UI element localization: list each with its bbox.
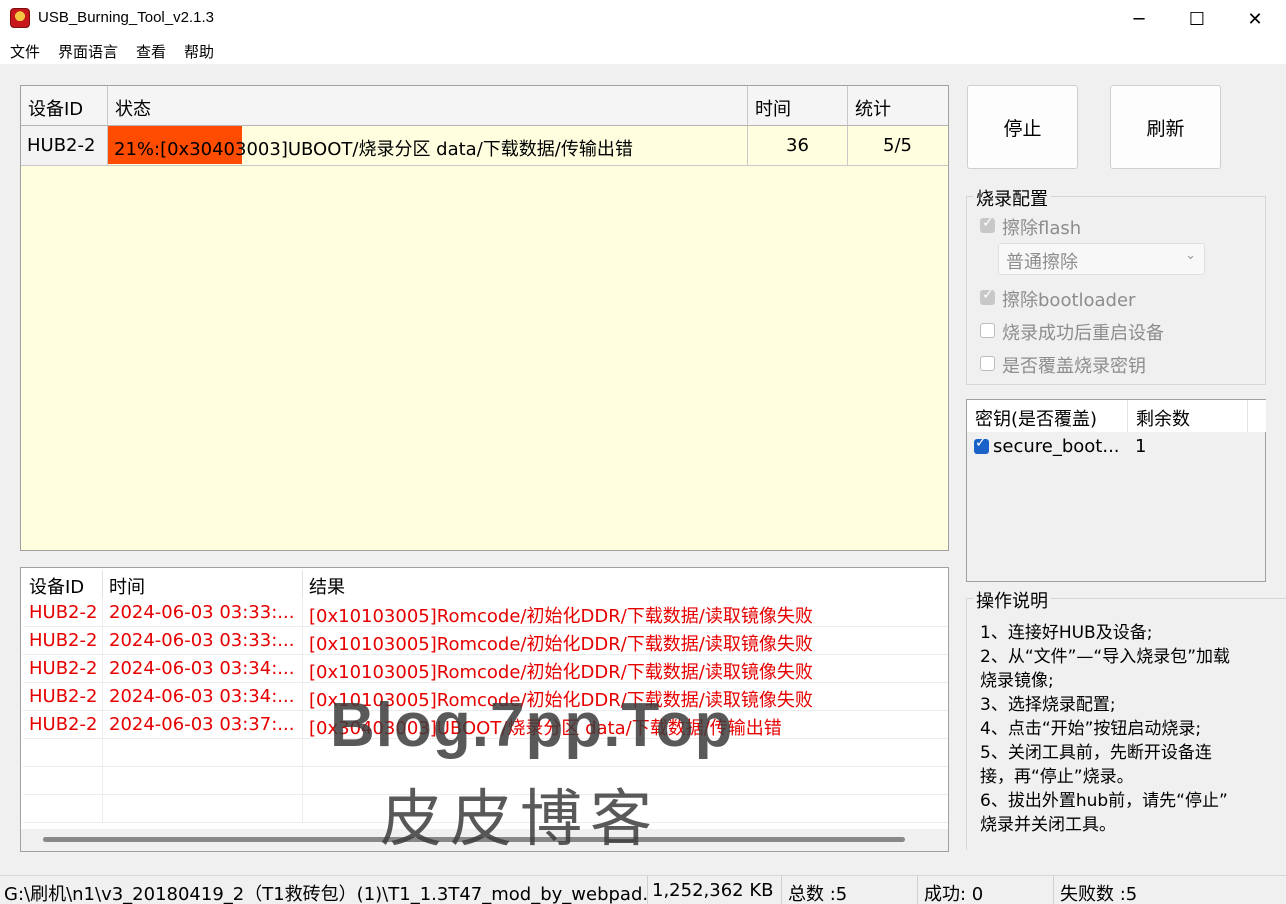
key-name[interactable]: secure_boot... bbox=[993, 434, 1120, 462]
key-header-name[interactable]: 密钥(是否覆盖) bbox=[967, 400, 1128, 432]
help-line: 1、连接好HUB及设备; bbox=[980, 623, 1153, 643]
status-total: 总数 :5 bbox=[782, 876, 918, 904]
help-line: 4、点击“开始”按钮启动烧录; bbox=[980, 719, 1202, 739]
log-row-id[interactable]: HUB2-2 bbox=[23, 599, 103, 627]
app-icon bbox=[10, 8, 30, 28]
log-header-result[interactable]: 结果 bbox=[303, 570, 948, 598]
help-line: 烧录并关闭工具。 bbox=[980, 815, 1116, 835]
log-row-id[interactable]: HUB2-2 bbox=[23, 627, 103, 655]
log-row-id[interactable]: HUB2-2 bbox=[23, 711, 103, 739]
log-row-time: 2024-06-03 03:34:... bbox=[103, 655, 303, 683]
help-line: 接，再“停止”烧录。 bbox=[980, 767, 1134, 787]
chevron-down-icon: ⌄ bbox=[1185, 248, 1196, 263]
status-file-size: 1,252,362 KB bbox=[648, 876, 782, 904]
title-bar: USB_Burning_Tool_v2.1.3 ─ ☐ ✕ bbox=[0, 0, 1286, 38]
menu-view[interactable]: 查看 bbox=[136, 41, 166, 62]
log-row-result: [0x10103005]Romcode/初始化DDR/下载数据/读取镜像失败 bbox=[303, 599, 948, 627]
refresh-button[interactable]: 刷新 bbox=[1110, 85, 1221, 169]
erase-flash-checkbox[interactable] bbox=[980, 215, 995, 233]
device-row-status[interactable]: 21%:[0x30403003]UBOOT/烧录分区 data/下载数据/传输出… bbox=[108, 126, 748, 166]
log-row-result: [0x10103005]Romcode/初始化DDR/下载数据/读取镜像失败 bbox=[303, 627, 948, 655]
log-row-time: 2024-06-03 03:33:... bbox=[103, 627, 303, 655]
close-button[interactable]: ✕ bbox=[1226, 0, 1284, 38]
help-line: 5、关闭工具前，先断开设备连 bbox=[980, 743, 1212, 763]
erase-bootloader-checkbox[interactable] bbox=[980, 287, 995, 305]
key-header-filler bbox=[1248, 400, 1266, 432]
log-header-id[interactable]: 设备ID bbox=[23, 570, 103, 598]
help-line: 3、选择烧录配置; bbox=[980, 695, 1116, 715]
stop-button[interactable]: 停止 bbox=[967, 85, 1078, 169]
device-list: 设备ID 状态 时间 统计 HUB2-2 21%:[0x30403003]UBO… bbox=[20, 85, 949, 551]
maximize-button[interactable]: ☐ bbox=[1168, 0, 1226, 38]
overwrite-key-checkbox[interactable] bbox=[980, 356, 995, 371]
log-empty-cell bbox=[103, 795, 303, 823]
help-line: 2、从“文件”—“导入烧录包”加载 bbox=[980, 647, 1231, 667]
erase-bootloader-label: 擦除bootloader bbox=[1002, 290, 1136, 311]
help-line: 6、拔出外置hub前，请先“停止” bbox=[980, 791, 1228, 811]
header-status[interactable]: 状态 bbox=[108, 86, 748, 126]
status-success: 成功: 0 bbox=[918, 876, 1054, 904]
log-empty-cell bbox=[23, 739, 103, 767]
log-header-time[interactable]: 时间 bbox=[103, 570, 303, 598]
status-failed: 失败数 :5 bbox=[1060, 884, 1138, 904]
log-empty-cell bbox=[23, 795, 103, 823]
header-stats[interactable]: 统计 bbox=[848, 86, 948, 126]
key-list: 密钥(是否覆盖) 剩余数 secure_boot... 1 bbox=[966, 399, 1266, 582]
header-time[interactable]: 时间 bbox=[748, 86, 848, 126]
help-line: 烧录镜像; bbox=[980, 671, 1054, 691]
log-empty-cell bbox=[103, 767, 303, 795]
erase-mode-select[interactable]: 普通擦除 ⌄ bbox=[998, 243, 1205, 275]
log-row-result: [0x10103005]Romcode/初始化DDR/下载数据/读取镜像失败 bbox=[303, 655, 948, 683]
key-checkbox[interactable] bbox=[974, 435, 989, 454]
log-empty-cell bbox=[103, 739, 303, 767]
device-row-id[interactable]: HUB2-2 bbox=[21, 126, 108, 166]
watermark-name: 皮皮博客 bbox=[380, 782, 661, 855]
header-device-id[interactable]: 设备ID bbox=[21, 86, 108, 126]
menu-language[interactable]: 界面语言 bbox=[58, 41, 118, 62]
menu-bar: 文件 界面语言 查看 帮助 bbox=[0, 38, 1286, 64]
key-remaining: 1 bbox=[1135, 436, 1147, 457]
reboot-after-checkbox[interactable] bbox=[980, 323, 995, 338]
log-row-id[interactable]: HUB2-2 bbox=[23, 683, 103, 711]
burn-config-title: 烧录配置 bbox=[973, 185, 1051, 211]
erase-mode-value: 普通擦除 bbox=[1006, 252, 1078, 273]
overwrite-key-label: 是否覆盖烧录密钥 bbox=[1002, 356, 1146, 377]
watermark-url: Blog.7pp.Top bbox=[330, 691, 734, 760]
menu-file[interactable]: 文件 bbox=[10, 41, 40, 62]
key-header-remaining[interactable]: 剩余数 bbox=[1128, 400, 1248, 432]
log-row-time: 2024-06-03 03:34:... bbox=[103, 683, 303, 711]
minimize-button[interactable]: ─ bbox=[1110, 0, 1168, 38]
menu-help[interactable]: 帮助 bbox=[184, 41, 214, 62]
log-row-time: 2024-06-03 03:37:... bbox=[103, 711, 303, 739]
window-title: USB_Burning_Tool_v2.1.3 bbox=[38, 9, 214, 26]
status-bar: G:\刷机\n1\v3_20180419_2（T1救砖包）(1)\T1_1.3T… bbox=[0, 875, 1286, 904]
device-status-text: 21%:[0x30403003]UBOOT/烧录分区 data/下载数据/传输出… bbox=[114, 139, 633, 160]
device-row-time: 36 bbox=[748, 126, 848, 166]
erase-flash-label: 擦除flash bbox=[1002, 218, 1082, 239]
log-row-id[interactable]: HUB2-2 bbox=[23, 655, 103, 683]
help-title: 操作说明 bbox=[973, 587, 1051, 613]
status-file-path: G:\刷机\n1\v3_20180419_2（T1救砖包）(1)\T1_1.3T… bbox=[0, 876, 648, 904]
reboot-after-label: 烧录成功后重启设备 bbox=[1002, 323, 1164, 344]
log-empty-cell bbox=[23, 767, 103, 795]
log-row-time: 2024-06-03 03:33:... bbox=[103, 599, 303, 627]
device-row-stats: 5/5 bbox=[848, 126, 948, 166]
